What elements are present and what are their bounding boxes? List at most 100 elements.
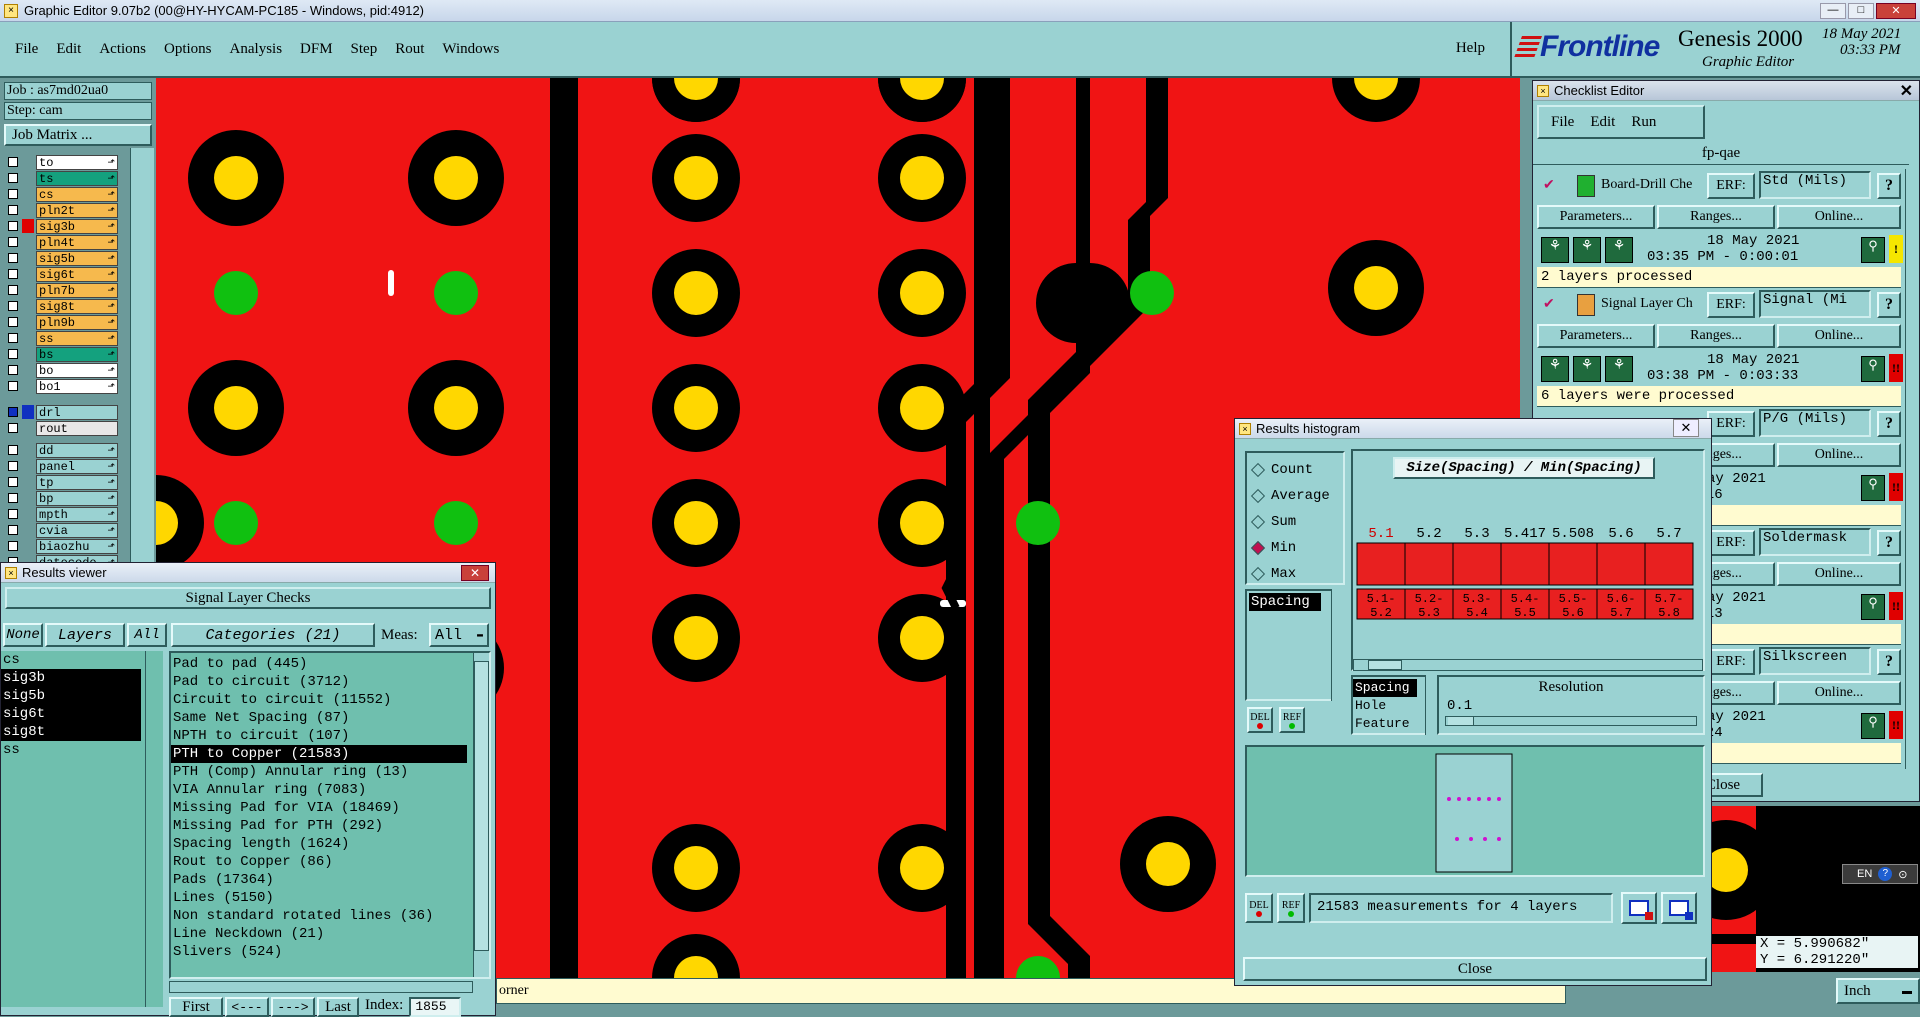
menu-step[interactable]: Step	[351, 41, 378, 58]
layer-checkbox[interactable]	[8, 301, 18, 311]
result-category-item[interactable]: Non standard rotated lines (36)	[171, 907, 467, 925]
radio-icon[interactable]	[1250, 488, 1266, 504]
run-icon[interactable]: ⚘	[1573, 237, 1601, 263]
results-zoom-icon[interactable]: ⚲	[1861, 237, 1885, 263]
close-icon[interactable]: ✕	[1876, 2, 1916, 19]
radio-icon[interactable]	[1250, 566, 1266, 582]
run-icon[interactable]: ⚘	[1605, 356, 1633, 382]
action-help-icon[interactable]: ?	[1877, 292, 1901, 318]
select-all-button[interactable]: All	[127, 623, 167, 647]
run-icon[interactable]: ⚘	[1541, 237, 1569, 263]
minimize-icon[interactable]: —	[1820, 2, 1846, 19]
category-hscrollbar[interactable]	[169, 981, 473, 993]
meas-list-scrollbar[interactable]	[1331, 589, 1345, 701]
resolution-type-list[interactable]: Spacing Hole Feature	[1351, 675, 1435, 735]
result-category-item[interactable]: Circuit to circuit (11552)	[171, 691, 467, 709]
unit-select[interactable]: Inch ▬	[1836, 978, 1920, 1004]
result-category-item[interactable]: PTH to Copper (21583)	[171, 745, 467, 763]
close-icon[interactable]: ✕	[1673, 419, 1699, 437]
layer-checkbox[interactable]	[8, 317, 18, 327]
layer-checkbox[interactable]	[8, 477, 18, 487]
action-check-icon[interactable]: ✔	[1543, 296, 1555, 313]
layer-checkbox[interactable]	[8, 189, 18, 199]
last-button[interactable]: Last	[317, 997, 359, 1017]
layer-name[interactable]: rout	[36, 420, 118, 436]
resolution-slider[interactable]	[1445, 716, 1697, 726]
meas-list[interactable]: Spacing	[1245, 589, 1335, 701]
meas-item[interactable]: Spacing	[1249, 593, 1321, 611]
layer-checkbox[interactable]	[8, 285, 18, 295]
results-zoom-icon[interactable]: ⚲	[1861, 356, 1885, 382]
menu-analysis[interactable]: Analysis	[230, 41, 283, 58]
layer-checkbox[interactable]	[8, 541, 18, 551]
layer-name[interactable]: pln9b ⬏	[36, 314, 118, 330]
layer-name[interactable]: tp ⬏	[36, 474, 118, 490]
result-category-item[interactable]: PTH (Comp) Annular ring (13)	[171, 763, 467, 781]
layer-checkbox[interactable]	[8, 509, 18, 519]
result-category-item[interactable]: Lines (5150)	[171, 889, 467, 907]
layer-checkbox[interactable]	[8, 253, 18, 263]
result-category-item[interactable]: Pad to circuit (3712)	[171, 673, 467, 691]
checklist-menu-file[interactable]: File	[1551, 114, 1574, 131]
close-icon[interactable]: ✕	[461, 565, 489, 581]
results-layer-list[interactable]: cs sig3b sig5b sig6t sig8t ss	[1, 651, 163, 1007]
layer-name[interactable]: mpth ⬏	[36, 506, 118, 522]
layer-name[interactable]: biaozhu ⬏	[36, 538, 118, 554]
layer-name[interactable]: pln2t ⬏	[36, 202, 118, 218]
help-icon[interactable]: ?	[1878, 867, 1893, 881]
erf-button[interactable]: ERF:	[1707, 411, 1755, 437]
erf-value[interactable]: Silkscreen	[1759, 647, 1871, 675]
layer-checkbox[interactable]	[8, 525, 18, 535]
results-zoom-icon[interactable]: ⚲	[1861, 475, 1885, 501]
radio-icon[interactable]	[1250, 514, 1266, 530]
layer-checkbox[interactable]	[8, 381, 18, 391]
resolution-type-item[interactable]: Spacing	[1353, 679, 1417, 697]
export-chart-icon[interactable]	[1621, 892, 1657, 924]
erf-value[interactable]: Soldermask	[1759, 528, 1871, 556]
online-button[interactable]: Online...	[1777, 324, 1901, 348]
layer-name[interactable]: ts ⬏	[36, 170, 118, 186]
select-layers-button[interactable]: Layers	[45, 623, 125, 647]
layer-name[interactable]: sig8t ⬏	[36, 298, 118, 314]
layer-name[interactable]: bo ⬏	[36, 362, 118, 378]
layer-checkbox[interactable]	[8, 269, 18, 279]
erf-value[interactable]: P/G (Mils)	[1759, 409, 1871, 437]
action-help-icon[interactable]: ?	[1877, 173, 1901, 199]
del-button[interactable]: DEL	[1247, 707, 1273, 733]
zoom-chart-icon[interactable]	[1661, 892, 1697, 924]
result-layer-item[interactable]: sig8t	[1, 723, 141, 741]
result-category-item[interactable]: Same Net Spacing (87)	[171, 709, 467, 727]
action-help-icon[interactable]: ?	[1877, 411, 1901, 437]
parameters-button[interactable]: Parameters...	[1537, 205, 1655, 229]
layer-checkbox[interactable]	[8, 407, 18, 417]
online-button[interactable]: Online...	[1777, 205, 1901, 229]
layer-checkbox[interactable]	[8, 423, 18, 433]
maximize-icon[interactable]: □	[1848, 2, 1874, 19]
result-category-item[interactable]: NPTH to circuit (107)	[171, 727, 467, 745]
menu-rout[interactable]: Rout	[395, 41, 424, 58]
layer-checkbox[interactable]	[8, 173, 18, 183]
layer-checkbox[interactable]	[8, 493, 18, 503]
result-category-item[interactable]: Spacing length (1624)	[171, 835, 467, 853]
erf-button[interactable]: ERF:	[1707, 649, 1755, 675]
menu-edit[interactable]: Edit	[56, 41, 81, 58]
radio-icon[interactable]	[1250, 462, 1266, 478]
layer-checkbox[interactable]	[8, 461, 18, 471]
result-layer-item[interactable]: sig6t	[1, 705, 141, 723]
action-check-icon[interactable]: ✔	[1543, 177, 1555, 194]
menu-help[interactable]: Help	[1456, 40, 1485, 57]
layer-name[interactable]: sig3b ⬏	[36, 218, 118, 234]
layer-checkbox[interactable]	[8, 333, 18, 343]
layer-name[interactable]: drl	[36, 404, 118, 420]
job-matrix-button[interactable]: Job Matrix ...	[4, 124, 152, 146]
prev-button[interactable]: <---	[225, 997, 269, 1017]
result-category-item[interactable]: Missing Pad for VIA (18469)	[171, 799, 467, 817]
result-layer-item[interactable]: cs	[1, 651, 141, 669]
result-layer-item[interactable]: sig5b	[1, 687, 141, 705]
index-input[interactable]: 1855	[409, 997, 462, 1017]
run-icon[interactable]: ⚘	[1541, 356, 1569, 382]
histogram-close-button[interactable]: Close	[1243, 957, 1707, 981]
erf-button[interactable]: ERF:	[1707, 292, 1755, 318]
results-zoom-icon[interactable]: ⚲	[1861, 713, 1885, 739]
menu-windows[interactable]: Windows	[442, 41, 499, 58]
